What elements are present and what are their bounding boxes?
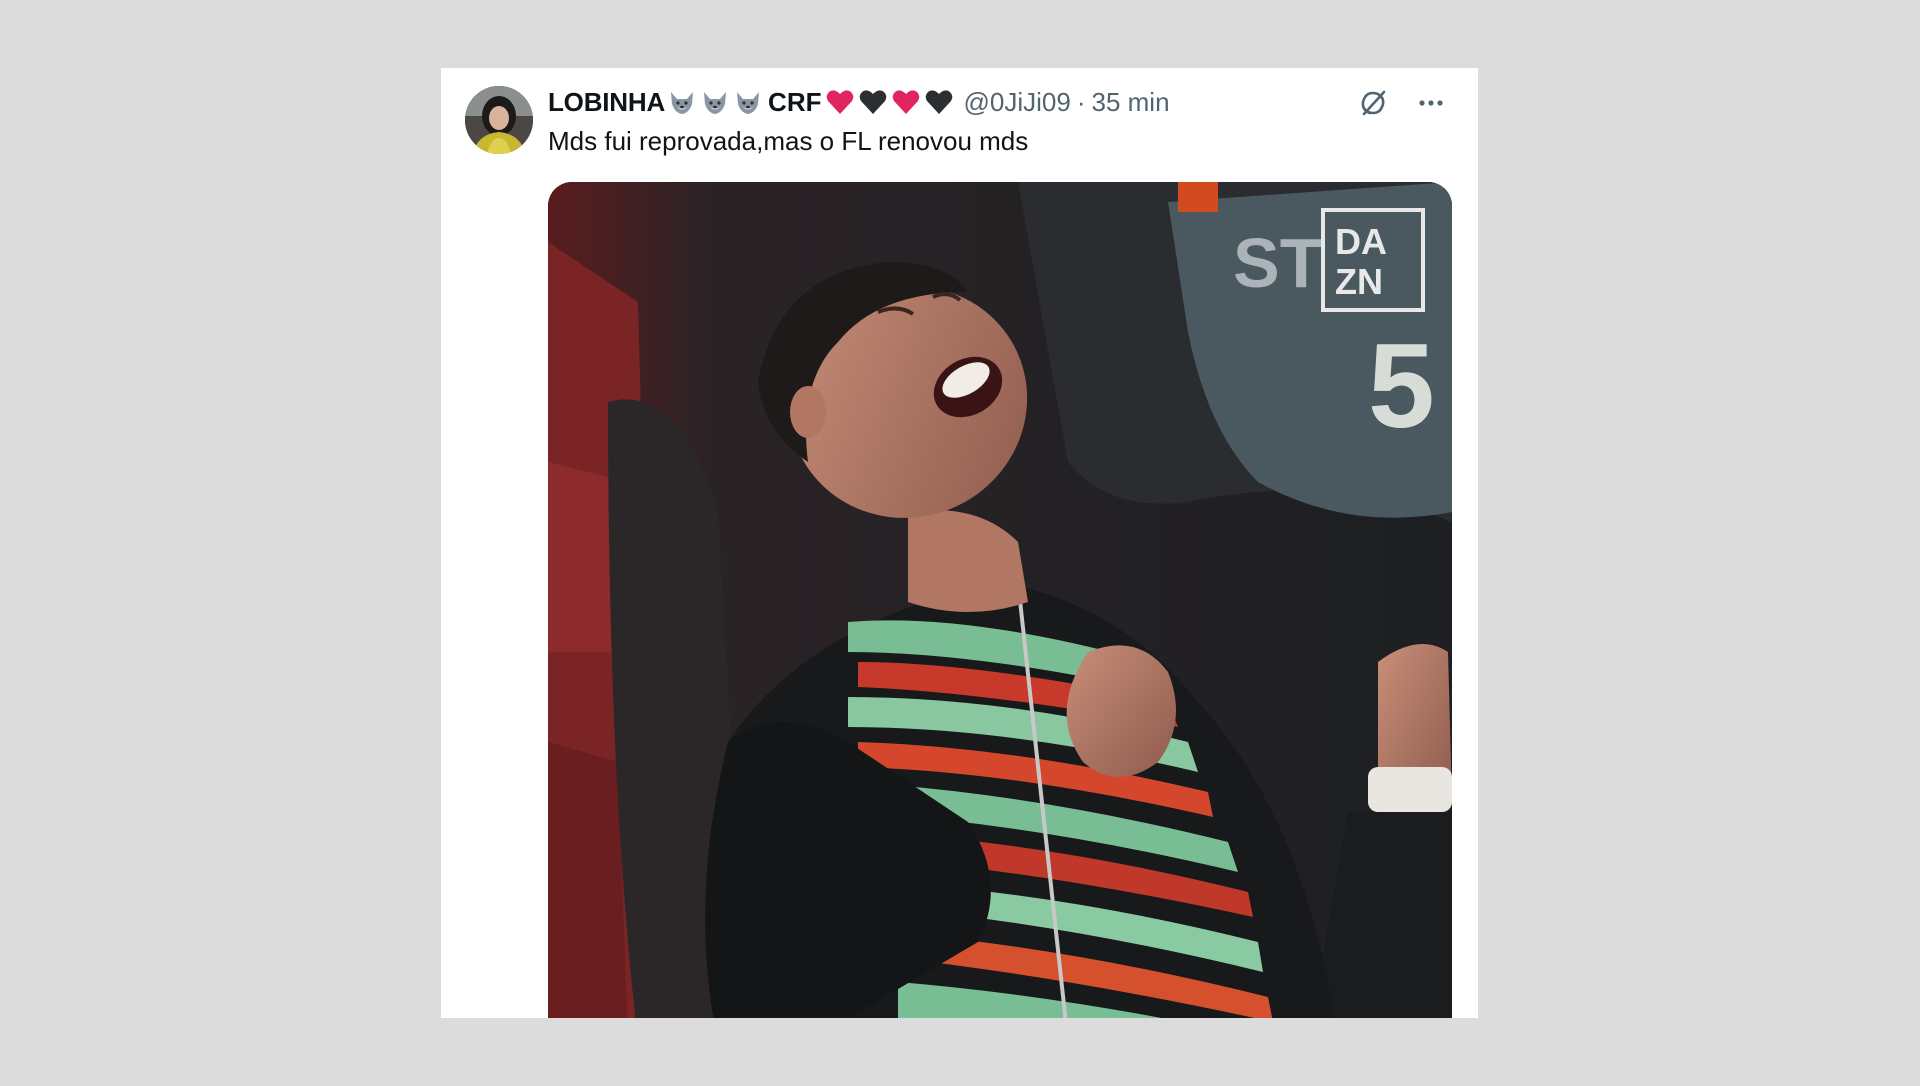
wolf-emoji-icon: [671, 92, 694, 114]
display-name-suffix[interactable]: CRF: [768, 87, 821, 118]
grok-button[interactable]: [1356, 86, 1390, 120]
tweet-timestamp[interactable]: 35 min: [1091, 87, 1169, 118]
avatar-image: [465, 86, 533, 154]
display-name[interactable]: LOBINHA: [548, 87, 665, 118]
bib-text: ST: [1233, 224, 1322, 302]
watermark-line-1: DA: [1335, 221, 1387, 262]
tweet-media[interactable]: ST 5 DA ZN: [548, 182, 1452, 1018]
more-icon: [1419, 100, 1443, 106]
wolf-emoji-icon: [737, 92, 760, 114]
tweet-actions: [1356, 86, 1448, 120]
name-emojis-after: [825, 87, 957, 117]
bib-number: 5: [1368, 319, 1435, 453]
black-heart-emoji-icon: [860, 90, 887, 114]
tweet-text: Mds fui reprovada,mas o FL renovou mds: [548, 126, 1029, 156]
user-avatar[interactable]: [465, 86, 533, 154]
wolf-emoji-icon: [704, 92, 727, 114]
separator-dot: ·: [1076, 86, 1086, 117]
more-options-button[interactable]: [1414, 86, 1448, 120]
name-emojis-before: [667, 87, 766, 117]
watermark-line-2: ZN: [1335, 261, 1383, 302]
black-heart-emoji-icon: [926, 90, 953, 114]
tweet-header: LOBINHA CRF @0JiJi09 · 35 min: [548, 86, 1170, 118]
user-handle[interactable]: @0JiJi09: [963, 87, 1070, 118]
tweet-card[interactable]: LOBINHA CRF @0JiJi09 · 35 min Mds fui re…: [441, 68, 1478, 1018]
red-heart-emoji-icon: [893, 90, 920, 114]
media-image: ST 5 DA ZN: [548, 182, 1452, 1018]
grok-icon: [1361, 90, 1386, 116]
red-heart-emoji-icon: [827, 90, 854, 114]
